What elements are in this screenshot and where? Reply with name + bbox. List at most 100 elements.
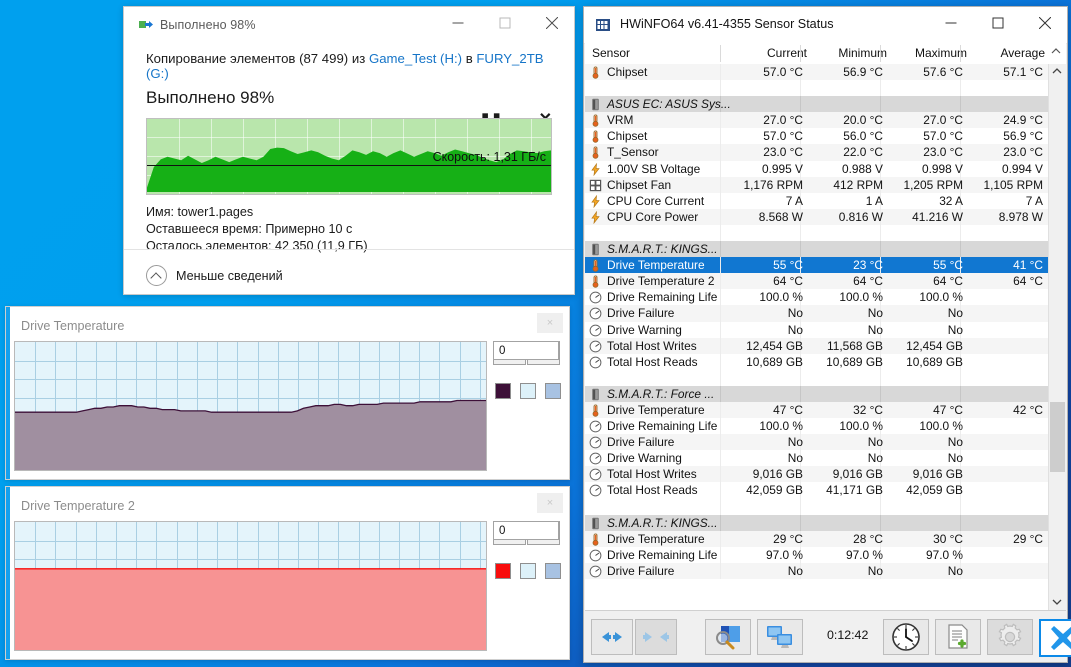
sensor-row[interactable]: Drive FailureNoNoNo <box>585 434 1049 450</box>
sensor-row[interactable]: Chipset57.0 °C56.9 °C57.6 °C57.1 °C <box>585 64 1049 80</box>
sensor-name: Drive Temperature 2 <box>585 273 715 289</box>
sensor-row[interactable]: Total Host Reads42,059 GB41,171 GB42,059… <box>585 482 1049 498</box>
sensor-row[interactable]: CPU Core Power8.568 W0.816 W41.216 W8.97… <box>585 209 1049 225</box>
sensor-row[interactable]: Drive Temperature 264 °C64 °C64 °C64 °C <box>585 273 1049 289</box>
sensor-value-average: 8.978 W <box>947 209 1043 225</box>
graph-window-close-button[interactable]: × <box>537 313 563 333</box>
sensor-group-row[interactable]: S.M.A.R.T.: KINGS... <box>585 241 1049 257</box>
copy-less-details-button[interactable]: Меньше сведений <box>146 265 283 286</box>
sensor-name: Drive Warning <box>585 322 682 338</box>
sensor-row[interactable]: Drive Remaining Life100.0 %100.0 %100.0 … <box>585 418 1049 434</box>
y-min-input-1[interactable]: 0 <box>493 341 559 360</box>
sensor-value-maximum: 9,016 GB <box>867 466 963 482</box>
sensor-group-row[interactable]: ASUS EC: ASUS Sys... <box>585 96 1049 112</box>
sensor-preferences-button[interactable] <box>705 619 751 655</box>
hwinfo-table-header: Sensor Current Minimum Maximum Average <box>585 43 1066 65</box>
sensor-group-row[interactable]: S.M.A.R.T.: Force ... <box>585 386 1049 402</box>
hwinfo-maximize-button[interactable] <box>975 7 1020 38</box>
sensor-row[interactable]: Drive FailureNoNoNo <box>585 563 1049 579</box>
sensor-value-average: 56.9 °C <box>947 128 1043 144</box>
sensor-row[interactable]: Total Host Writes9,016 GB9,016 GB9,016 G… <box>585 466 1049 482</box>
sensor-value-average: 41 °C <box>947 257 1043 273</box>
swatch-line-color-2[interactable] <box>495 563 511 579</box>
sensor-row[interactable]: Total Host Writes12,454 GB11,568 GB12,45… <box>585 338 1049 354</box>
column-divider <box>880 225 881 241</box>
sensor-row[interactable]: Drive Temperature29 °C28 °C30 °C29 °C <box>585 531 1049 547</box>
sensor-row[interactable]: Drive Temperature55 °C23 °C55 °C41 °C <box>585 257 1049 273</box>
sensor-row[interactable]: T_Sensor23.0 °C22.0 °C23.0 °C23.0 °C <box>585 144 1049 160</box>
sensor-name: Total Host Reads <box>585 354 698 370</box>
copy-minimize-button[interactable] <box>435 7 480 38</box>
sensor-value-maximum: No <box>867 450 963 466</box>
arrows-in-icon <box>643 629 669 645</box>
copy-source-link[interactable]: Game_Test (H:) <box>369 51 462 66</box>
hwinfo-minimize-button[interactable] <box>928 7 973 38</box>
swatch-line-color-1[interactable] <box>495 383 511 399</box>
sensor-value-maximum: 10,689 GB <box>867 354 963 370</box>
hwinfo-toolbar: 0:12:42 <box>585 610 1066 661</box>
hwinfo-close-button[interactable] <box>1022 7 1067 38</box>
hwinfo-scrollbar[interactable] <box>1048 64 1066 612</box>
copy-dialog-title: Выполнено 98% <box>160 18 256 32</box>
sensor-row[interactable]: Chipset57.0 °C56.0 °C57.0 °C56.9 °C <box>585 128 1049 144</box>
copy-close-button[interactable] <box>529 7 574 38</box>
drive-temperature-2-plot[interactable] <box>14 521 487 651</box>
copy-progress-dialog: Выполнено 98% Копирование элементов (87 … <box>123 6 575 295</box>
sensor-row[interactable]: VRM27.0 °C20.0 °C27.0 °C24.9 °C <box>585 112 1049 128</box>
reset-timer-button[interactable] <box>883 619 929 655</box>
sensor-name: 1.00V SB Voltage <box>585 161 700 177</box>
sensor-row[interactable]: Drive WarningNoNoNo <box>585 322 1049 338</box>
drive-temperature-plot[interactable] <box>14 341 487 471</box>
column-divider <box>880 386 881 402</box>
column-divider <box>800 96 801 112</box>
sensor-name <box>585 80 607 96</box>
logging-button[interactable] <box>935 619 981 655</box>
sensor-row[interactable]: Drive FailureNoNoNo <box>585 305 1049 321</box>
graph-window-drive-temperature: Drive Temperature × 100 55 °C Fit y Rese… <box>5 306 570 480</box>
sensor-row[interactable]: Drive Temperature47 °C32 °C47 °C42 °C <box>585 402 1049 418</box>
sensor-value-maximum: 12,454 GB <box>867 338 963 354</box>
configure-button[interactable] <box>987 619 1033 655</box>
chevron-up-icon <box>146 265 167 286</box>
y-min-input-2[interactable]: 0 <box>493 521 559 540</box>
sensor-row[interactable]: Drive WarningNoNoNo <box>585 450 1049 466</box>
remote-monitoring-button[interactable] <box>757 619 803 655</box>
scroll-up-button[interactable] <box>1049 64 1066 81</box>
copy-file-icon <box>139 20 153 32</box>
sensor-row[interactable]: 1.00V SB Voltage0.995 V0.988 V0.998 V0.9… <box>585 161 1049 177</box>
sensor-name: Drive Remaining Life <box>585 289 717 305</box>
column-header-sensor[interactable]: Sensor <box>592 43 630 64</box>
sensor-name: ASUS EC: ASUS Sys... <box>585 96 731 112</box>
sensor-row[interactable]: Drive Remaining Life97.0 %97.0 %97.0 % <box>585 547 1049 563</box>
swatch-bg-color-2[interactable] <box>520 563 536 579</box>
column-divider <box>720 80 721 96</box>
sensor-name: Total Host Writes <box>585 466 697 482</box>
column-header-minimum[interactable]: Minimum <box>806 43 887 64</box>
hwinfo-sensor-table[interactable]: Chipset57.0 °C56.9 °C57.6 °C57.1 °C ASUS … <box>585 64 1049 612</box>
close-button[interactable] <box>1039 619 1071 657</box>
copy-maximize-button[interactable] <box>482 7 527 38</box>
graph-window-close-button[interactable]: × <box>537 493 563 513</box>
sensor-name: Drive Temperature <box>585 257 705 273</box>
sensor-row[interactable]: Chipset Fan1,176 RPM412 RPM1,205 RPM1,10… <box>585 177 1049 193</box>
window-accent-bar <box>6 307 10 479</box>
collapse-all-button[interactable] <box>635 619 677 655</box>
blue-x-icon <box>1050 625 1071 651</box>
sensor-name: Total Host Reads <box>585 482 698 498</box>
sensor-group-row[interactable]: S.M.A.R.T.: KINGS... <box>585 515 1049 531</box>
scrollbar-thumb[interactable] <box>1050 402 1065 472</box>
sensor-row[interactable]: Total Host Reads10,689 GB10,689 GB10,689… <box>585 354 1049 370</box>
column-header-current[interactable]: Current <box>726 43 807 64</box>
sensor-row[interactable]: CPU Core Current7 A1 A32 A7 A <box>585 193 1049 209</box>
swatch-bg-color-1[interactable] <box>520 383 536 399</box>
column-header-maximum[interactable]: Maximum <box>886 43 967 64</box>
swatch-grid-color-2[interactable] <box>545 563 561 579</box>
copy-progress-heading: Выполнено 98% <box>146 88 552 108</box>
expand-all-button[interactable] <box>591 619 633 655</box>
window-accent-bar <box>6 487 10 659</box>
sensor-name: Chipset <box>585 64 647 80</box>
sensor-row[interactable]: Drive Remaining Life100.0 %100.0 %100.0 … <box>585 289 1049 305</box>
column-header-average[interactable]: Average <box>966 43 1045 64</box>
document-plus-icon <box>944 624 972 650</box>
swatch-grid-color-1[interactable] <box>545 383 561 399</box>
